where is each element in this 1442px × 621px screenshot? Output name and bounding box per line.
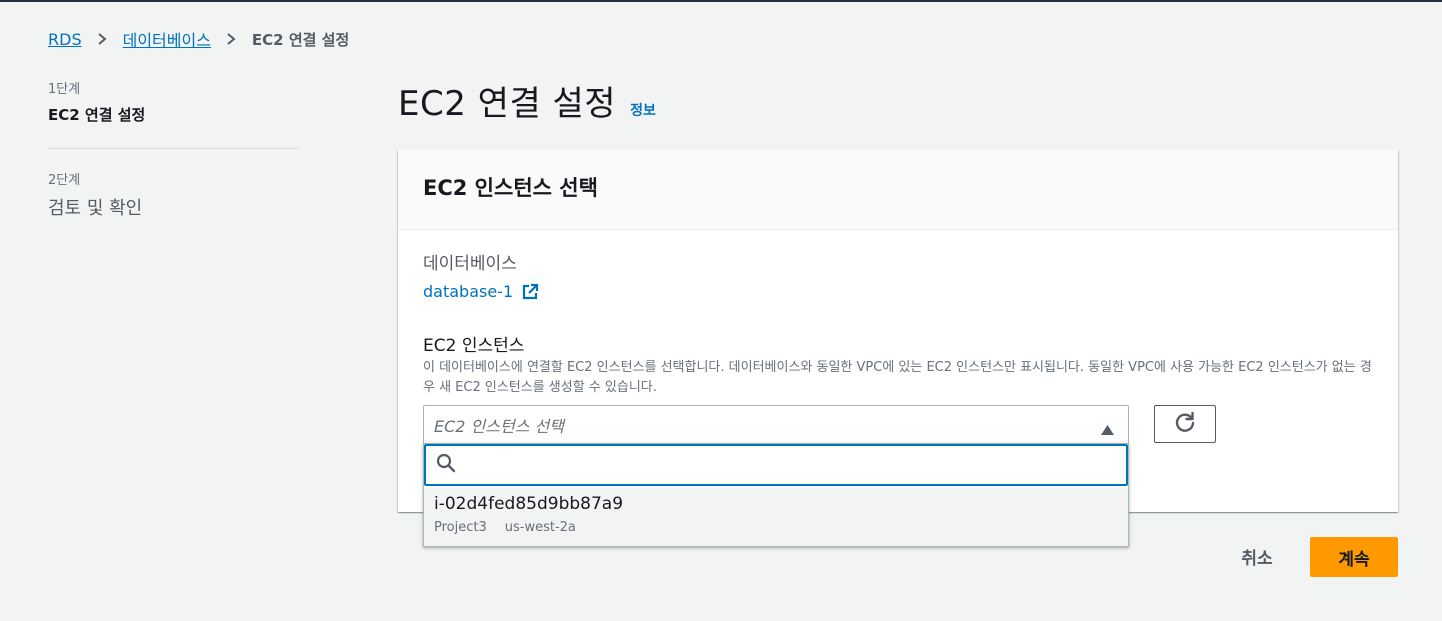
info-link[interactable]: 정보 [630, 100, 656, 120]
step-1-number: 1단계 [48, 82, 81, 97]
database-name: database-1 [423, 282, 514, 301]
panel-header: EC2 인스턴스 선택 [398, 150, 1398, 230]
panel-title: EC2 인스턴스 선택 [423, 176, 598, 200]
ec2-instance-select[interactable]: EC2 인스턴스 선택 [423, 405, 1129, 445]
option-tags: Project3 us-west-2a [434, 520, 1128, 535]
step-2-number: 2단계 [48, 173, 81, 188]
cancel-button[interactable]: 취소 [1224, 538, 1290, 574]
ec2-instance-description: 이 데이터베이스에 연결할 EC2 인스턴스를 선택합니다. 데이터베이스와 동… [423, 360, 1372, 395]
step-divider [48, 148, 299, 149]
external-link-icon [521, 283, 539, 301]
page-header: EC2 연결 설정 정보 [398, 76, 656, 125]
search-input[interactable] [466, 455, 1106, 475]
option-tag-project: Project3 [434, 520, 487, 535]
step-1: 1단계 EC2 연결 설정 [48, 78, 299, 125]
page-title: EC2 연결 설정 [398, 84, 617, 124]
refresh-icon [1174, 411, 1196, 437]
step-2: 2단계 검토 및 확인 [48, 169, 299, 220]
breadcrumb-current: EC2 연결 설정 [251, 30, 350, 49]
search-icon [436, 453, 456, 477]
breadcrumb: RDS 데이터베이스 EC2 연결 설정 [48, 27, 349, 51]
ec2-instance-label: EC2 인스턴스 [423, 336, 525, 356]
step-2-title: 검토 및 확인 [48, 198, 143, 219]
refresh-button[interactable] [1154, 405, 1216, 443]
wizard-steps: 1단계 EC2 연결 설정 2단계 검토 및 확인 [48, 78, 299, 220]
select-placeholder: EC2 인스턴스 선택 [434, 417, 564, 436]
breadcrumb-rds-link[interactable]: RDS [48, 30, 82, 49]
continue-button[interactable]: 계속 [1310, 537, 1398, 577]
database-label: 데이터베이스 [423, 254, 517, 274]
dropdown-search[interactable] [424, 444, 1128, 486]
top-border [0, 0, 1442, 2]
option-tag-az: us-west-2a [504, 520, 576, 535]
step-1-title: EC2 연결 설정 [48, 106, 146, 124]
option-instance-id: i-02d4fed85d9bb87a9 [434, 494, 624, 514]
caret-up-icon [1101, 420, 1114, 435]
breadcrumb-databases-link[interactable]: 데이터베이스 [123, 27, 211, 51]
chevron-right-icon [225, 33, 237, 45]
ec2-instance-dropdown: i-02d4fed85d9bb87a9 Project3 us-west-2a [423, 443, 1129, 547]
chevron-right-icon [96, 33, 108, 45]
database-link[interactable]: database-1 [423, 282, 539, 301]
dropdown-option[interactable]: i-02d4fed85d9bb87a9 Project3 us-west-2a [424, 488, 1128, 546]
